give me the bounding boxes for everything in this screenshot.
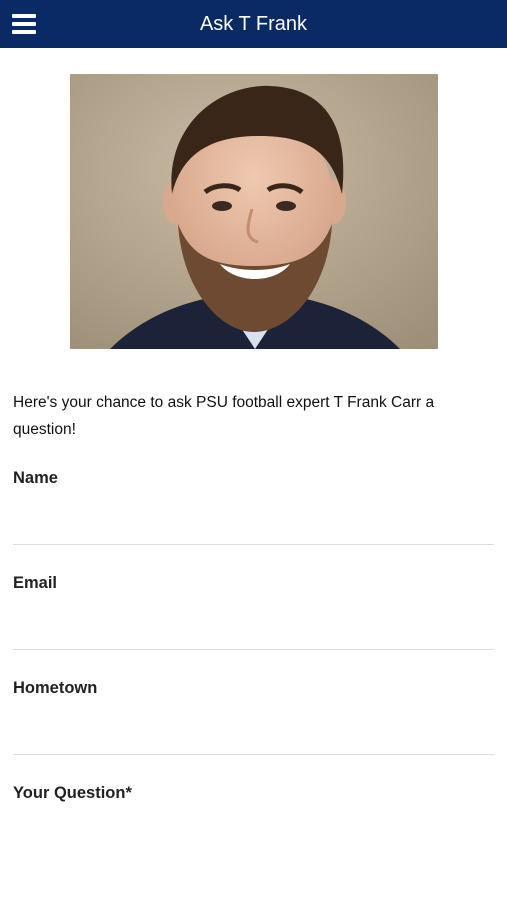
hometown-label: Hometown <box>13 679 98 697</box>
question-field[interactable] <box>13 812 494 892</box>
hometown-field[interactable] <box>13 718 494 755</box>
hamburger-menu-icon[interactable] <box>12 12 38 36</box>
page-title: Ask T Frank <box>199 13 308 35</box>
menu-line <box>12 22 36 26</box>
menu-line <box>12 14 36 18</box>
question-label: Your Question* <box>13 784 132 802</box>
email-field[interactable] <box>13 613 494 650</box>
profile-photo <box>70 74 438 349</box>
name-field[interactable] <box>13 508 494 545</box>
menu-line <box>12 30 36 34</box>
intro-text: Here's your chance to ask PSU football e… <box>13 394 435 438</box>
top-app-bar: Ask T Frank <box>0 0 507 48</box>
name-label: Name <box>13 469 58 487</box>
email-label: Email <box>13 574 58 592</box>
